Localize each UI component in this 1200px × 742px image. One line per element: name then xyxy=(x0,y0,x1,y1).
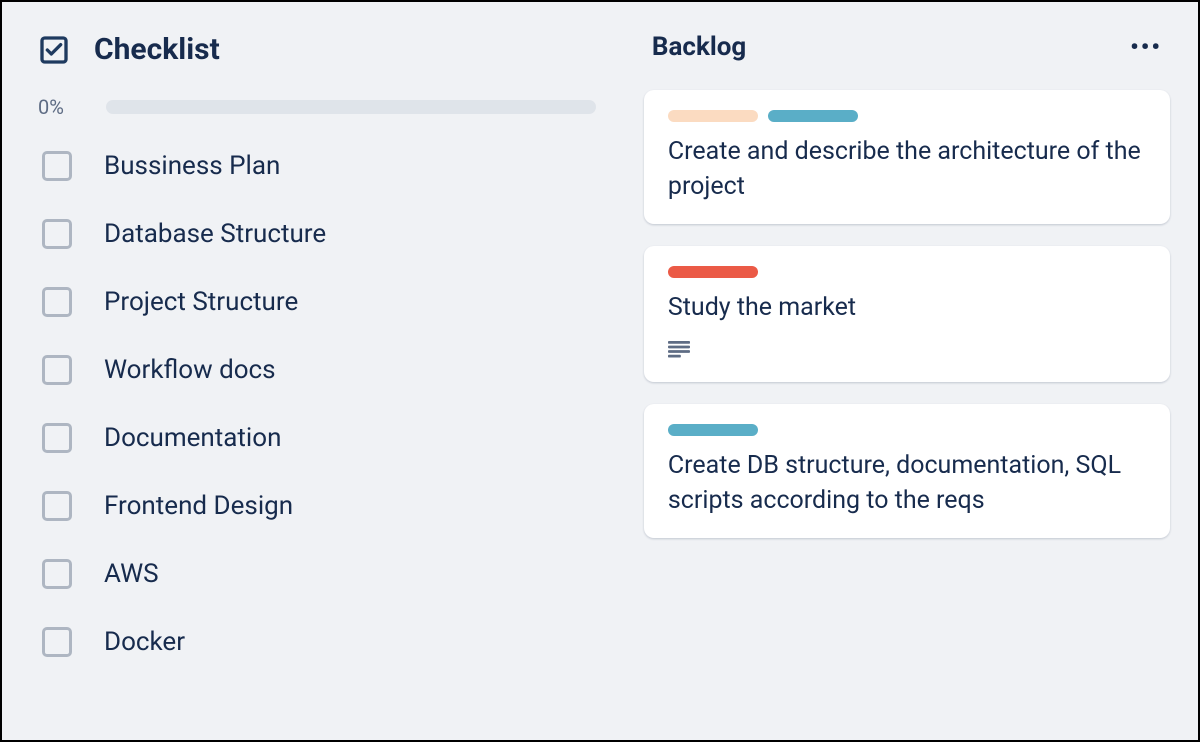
checklist-item-label[interactable]: Database Structure xyxy=(104,219,326,249)
card-tag[interactable] xyxy=(668,266,758,278)
progress-percent: 0% xyxy=(38,95,82,119)
card-tags xyxy=(668,424,1146,436)
checklist-item-label[interactable]: Docker xyxy=(104,627,185,657)
checkbox[interactable] xyxy=(42,219,72,249)
card-title: Study the market xyxy=(668,290,1146,325)
checklist-item-label[interactable]: Project Structure xyxy=(104,287,298,317)
checkbox[interactable] xyxy=(42,151,72,181)
backlog-panel: Backlog ••• Create and describe the arch… xyxy=(624,2,1198,740)
checkbox[interactable] xyxy=(42,627,72,657)
card-tag[interactable] xyxy=(768,110,858,122)
checklist-item[interactable]: Bussiness Plan xyxy=(42,151,596,181)
card-tag[interactable] xyxy=(668,424,758,436)
checkbox[interactable] xyxy=(42,287,72,317)
checklist-item-label[interactable]: Documentation xyxy=(104,423,281,453)
checklist-panel: Checklist 0% Bussiness Plan Database Str… xyxy=(2,2,624,740)
checklist-item-label[interactable]: AWS xyxy=(104,559,159,589)
checkbox[interactable] xyxy=(42,559,72,589)
card-tags xyxy=(668,266,1146,278)
checklist-item[interactable]: Database Structure xyxy=(42,219,596,249)
card-tag[interactable] xyxy=(668,110,758,122)
checklist-items: Bussiness Plan Database Structure Projec… xyxy=(38,151,596,657)
checklist-item[interactable]: AWS xyxy=(42,559,596,589)
checklist-item-label[interactable]: Frontend Design xyxy=(104,491,293,521)
checklist-title: Checklist xyxy=(94,32,220,67)
card-title: Create DB structure, documentation, SQL … xyxy=(668,448,1146,518)
progress-row: 0% xyxy=(38,95,596,119)
backlog-card[interactable]: Study the market xyxy=(644,246,1170,382)
progress-bar xyxy=(106,100,596,114)
card-tags xyxy=(668,110,1146,122)
card-title: Create and describe the architecture of … xyxy=(668,134,1146,204)
checkbox[interactable] xyxy=(42,355,72,385)
main-container: Checklist 0% Bussiness Plan Database Str… xyxy=(0,0,1200,742)
backlog-card[interactable]: Create and describe the architecture of … xyxy=(644,90,1170,224)
checklist-item[interactable]: Frontend Design xyxy=(42,491,596,521)
checklist-item[interactable]: Workflow docs xyxy=(42,355,596,385)
checkbox[interactable] xyxy=(42,491,72,521)
checklist-item[interactable]: Project Structure xyxy=(42,287,596,317)
backlog-header: Backlog ••• xyxy=(644,32,1170,62)
more-options-icon[interactable]: ••• xyxy=(1130,35,1162,59)
checklist-header: Checklist xyxy=(38,32,596,67)
checkbox[interactable] xyxy=(42,423,72,453)
backlog-cards: Create and describe the architecture of … xyxy=(644,90,1170,538)
checklist-item-label[interactable]: Bussiness Plan xyxy=(104,151,280,181)
checklist-item[interactable]: Documentation xyxy=(42,423,596,453)
checklist-item-label[interactable]: Workflow docs xyxy=(104,355,276,385)
card-icons xyxy=(668,341,1146,362)
checklist-icon xyxy=(38,34,70,66)
description-icon xyxy=(668,341,690,359)
backlog-title: Backlog xyxy=(652,32,746,62)
checklist-item[interactable]: Docker xyxy=(42,627,596,657)
backlog-card[interactable]: Create DB structure, documentation, SQL … xyxy=(644,404,1170,538)
